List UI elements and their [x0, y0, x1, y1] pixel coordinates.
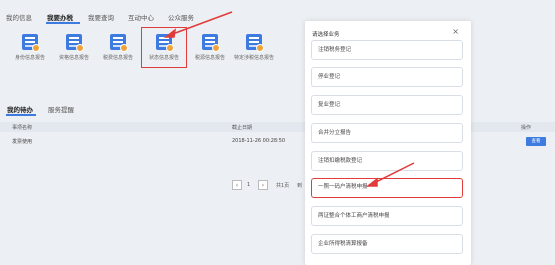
tax-info-report-button[interactable]: 税费信息报告	[92, 34, 144, 62]
current-page: 1	[247, 182, 251, 188]
row-item-name: 发票使用	[12, 139, 33, 145]
icon-label: 特定涉税信息报告	[233, 55, 274, 61]
active-tab-underline	[46, 22, 80, 24]
specific-tax-report-button[interactable]: 特定涉税信息报告	[228, 34, 280, 62]
business-select-dialog: 请选择业务 × 注销税务登记 停业登记 复业登记 合并分立报告 注销扣缴税款登记…	[305, 21, 471, 265]
option-suspend-business[interactable]: 停业登记	[311, 67, 463, 87]
tab-query[interactable]: 我要查询	[88, 12, 114, 22]
close-icon[interactable]: ×	[452, 27, 459, 36]
tab-service-reminder[interactable]: 服务提醒	[48, 104, 74, 114]
option-resume-business[interactable]: 复业登记	[311, 95, 463, 115]
tab-tax-handling[interactable]: 我要办税	[47, 12, 73, 22]
next-page-button[interactable]: ›	[258, 180, 268, 190]
option-one-code-tax-clearance[interactable]: 一照一码户清税申报	[311, 178, 463, 198]
report-icon	[202, 34, 220, 52]
column-header-name: 事项名称	[12, 125, 33, 131]
option-deregister-tax[interactable]: 注销税务登记	[311, 40, 463, 60]
option-income-tax-liquidation[interactable]: 企业所得税清算报备	[311, 234, 463, 254]
top-tab-bar: 我的信息 我要办税 我要查询 互动中心 公众服务	[0, 0, 555, 22]
tab-my-todo[interactable]: 我的待办	[7, 104, 33, 114]
report-icon	[246, 34, 264, 52]
row-deadline: 2018-11-26 00:28:50	[232, 138, 286, 144]
icon-label: 税费信息报告	[102, 55, 133, 61]
total-pages: 共1页	[276, 183, 290, 189]
table-header	[0, 122, 555, 132]
dialog-title: 请选择业务	[312, 32, 340, 38]
tab-my-info[interactable]: 我的信息	[6, 12, 32, 22]
report-icon	[110, 34, 128, 52]
report-icon	[66, 34, 84, 52]
report-icon	[22, 34, 40, 52]
view-button[interactable]: 查看	[526, 137, 546, 146]
column-header-deadline: 截止日期	[232, 125, 253, 131]
tab-interaction-center[interactable]: 互动中心	[128, 12, 154, 22]
tab-public-service[interactable]: 公众服务	[168, 12, 194, 22]
option-individual-business-clearance[interactable]: 两证整合个体工商户清税申报	[311, 206, 463, 226]
goto-label: 到	[297, 183, 303, 189]
option-merger-split[interactable]: 合并分立报告	[311, 123, 463, 143]
column-header-action: 操作	[521, 125, 532, 131]
option-deregister-withholding[interactable]: 注销扣缴税款登记	[311, 151, 463, 171]
section-tab-underline	[6, 114, 36, 116]
page: 我的信息 我要办税 我要查询 互动中心 公众服务 身份信息报告 资格信息报告 税…	[0, 0, 555, 265]
prev-page-button[interactable]: ‹	[232, 180, 242, 190]
status-report-highlight	[141, 27, 187, 68]
